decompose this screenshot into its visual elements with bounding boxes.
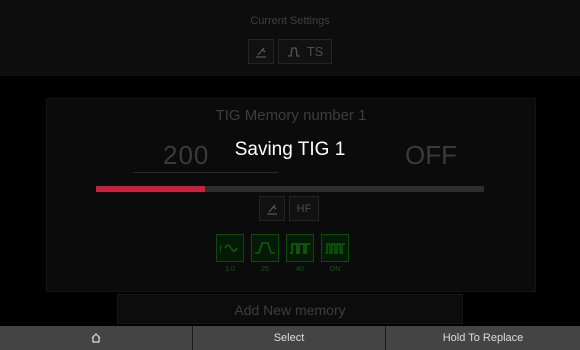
current-settings-icons: TS [248,39,332,64]
home-icon [91,333,101,343]
function-value: 40 [296,266,304,273]
softkey-bar: Select Hold To Replace [0,326,580,350]
double-pulse-icon [321,234,349,262]
frequency-icon: f [216,234,244,262]
memory-title: TIG Memory number 1 [215,107,367,124]
start-mode: HF [289,196,319,221]
function-slope[interactable]: 25 [250,234,280,273]
slope-icon [251,234,279,262]
pulse-icon [286,234,314,262]
saving-text: Saving TIG 1 [234,139,346,160]
mode-box: TS [278,39,332,64]
mode-label: TS [306,44,324,59]
function-double-pulse[interactable]: ON [320,234,350,273]
torch-icon [259,196,285,221]
torch-icon [248,39,274,64]
home-button[interactable] [0,326,193,350]
select-button[interactable]: Select [193,326,386,350]
hold-to-replace-button[interactable]: Hold To Replace [386,326,580,350]
function-list: f 1.0 25 40 ON [215,234,350,273]
current-settings-bar: Current Settings TS [0,0,580,76]
memory-panel: TIG Memory number 1 200 OFF HF f 1.0 25 … [46,98,536,292]
function-value: 1.0 [225,266,235,273]
add-new-memory-button[interactable]: Add New memory [117,294,463,324]
function-frequency[interactable]: f 1.0 [215,234,245,273]
memory-icons: HF [259,196,319,221]
function-pulse[interactable]: 40 [285,234,315,273]
current-settings-title: Current Settings [250,15,330,27]
amps-underline [133,172,278,173]
save-progress-bar [96,186,484,192]
svg-text:f: f [219,245,223,255]
save-progress-fill [96,186,205,192]
function-value: ON [329,266,341,273]
pulse-icon [287,46,300,57]
function-value: 25 [261,266,269,273]
